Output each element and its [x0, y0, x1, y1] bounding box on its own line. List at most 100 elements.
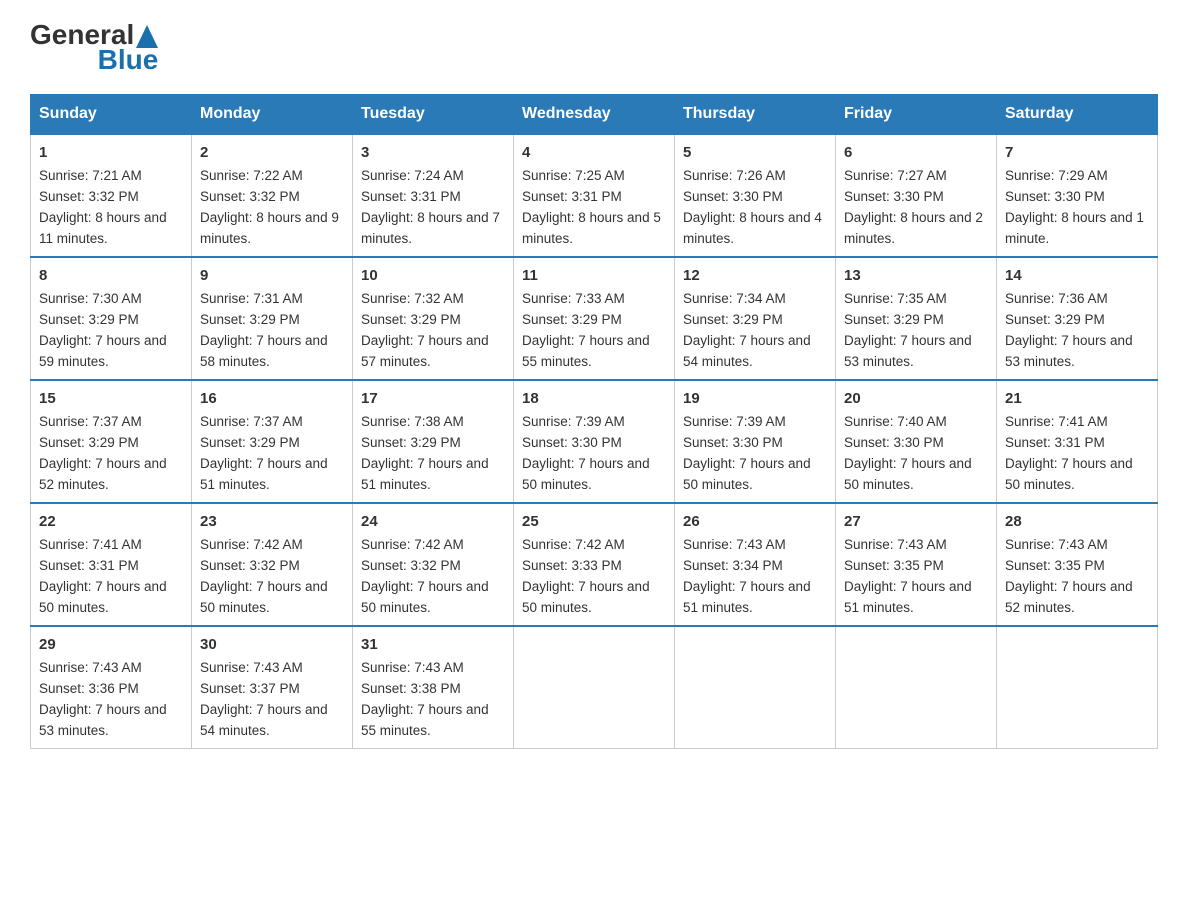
- sunrise-text: Sunrise: 7:39 AM: [522, 414, 625, 429]
- day-number: 21: [1005, 387, 1149, 410]
- day-number: 15: [39, 387, 183, 410]
- day-number: 28: [1005, 510, 1149, 533]
- calendar-cell: 24Sunrise: 7:42 AMSunset: 3:32 PMDayligh…: [353, 503, 514, 626]
- daylight-text: Daylight: 7 hours and 54 minutes.: [200, 702, 328, 738]
- daylight-text: Daylight: 8 hours and 1 minute.: [1005, 210, 1144, 246]
- sunset-text: Sunset: 3:29 PM: [361, 312, 461, 327]
- sunset-text: Sunset: 3:30 PM: [1005, 189, 1105, 204]
- sunset-text: Sunset: 3:29 PM: [200, 435, 300, 450]
- sunrise-text: Sunrise: 7:31 AM: [200, 291, 303, 306]
- day-number: 13: [844, 264, 988, 287]
- calendar-cell: 23Sunrise: 7:42 AMSunset: 3:32 PMDayligh…: [192, 503, 353, 626]
- sunset-text: Sunset: 3:38 PM: [361, 681, 461, 696]
- daylight-text: Daylight: 8 hours and 2 minutes.: [844, 210, 983, 246]
- day-number: 20: [844, 387, 988, 410]
- day-number: 29: [39, 633, 183, 656]
- daylight-text: Daylight: 8 hours and 11 minutes.: [39, 210, 167, 246]
- sunrise-text: Sunrise: 7:30 AM: [39, 291, 142, 306]
- day-number: 30: [200, 633, 344, 656]
- sunset-text: Sunset: 3:29 PM: [200, 312, 300, 327]
- calendar-cell: 30Sunrise: 7:43 AMSunset: 3:37 PMDayligh…: [192, 626, 353, 748]
- sunset-text: Sunset: 3:32 PM: [39, 189, 139, 204]
- calendar-cell: 12Sunrise: 7:34 AMSunset: 3:29 PMDayligh…: [675, 257, 836, 380]
- sunset-text: Sunset: 3:29 PM: [683, 312, 783, 327]
- header-tuesday: Tuesday: [353, 95, 514, 135]
- sunrise-text: Sunrise: 7:39 AM: [683, 414, 786, 429]
- sunrise-text: Sunrise: 7:37 AM: [200, 414, 303, 429]
- calendar-cell: 27Sunrise: 7:43 AMSunset: 3:35 PMDayligh…: [836, 503, 997, 626]
- sunset-text: Sunset: 3:29 PM: [844, 312, 944, 327]
- sunrise-text: Sunrise: 7:41 AM: [39, 537, 142, 552]
- day-number: 22: [39, 510, 183, 533]
- day-number: 8: [39, 264, 183, 287]
- calendar-cell: 31 Sunrise: 7:43 AM Sunset: 3:38 PM Dayligh…: [353, 626, 514, 748]
- day-number: 17: [361, 387, 505, 410]
- sunset-text: Sunset: 3:35 PM: [844, 558, 944, 573]
- sunset-text: Sunset: 3:31 PM: [522, 189, 622, 204]
- calendar-cell: 8Sunrise: 7:30 AMSunset: 3:29 PMDaylight…: [31, 257, 192, 380]
- daylight-text: Daylight: 7 hours and 50 minutes.: [522, 456, 650, 492]
- calendar-cell: 29 Sunrise: 7:43 AM Sunset: 3:36 PM Dayligh…: [31, 626, 192, 748]
- sunset-text: Sunset: 3:36 PM: [39, 681, 139, 696]
- day-number: 18: [522, 387, 666, 410]
- header-thursday: Thursday: [675, 95, 836, 135]
- day-number: 2: [200, 141, 344, 164]
- daylight-text: Daylight: 7 hours and 51 minutes.: [200, 456, 328, 492]
- daylight-text: Daylight: 7 hours and 57 minutes.: [361, 333, 489, 369]
- daylight-text: Daylight: 7 hours and 53 minutes.: [39, 702, 167, 738]
- header-wednesday: Wednesday: [514, 95, 675, 135]
- header-monday: Monday: [192, 95, 353, 135]
- sunrise-text: Sunrise: 7:41 AM: [1005, 414, 1108, 429]
- day-number: 24: [361, 510, 505, 533]
- daylight-text: Daylight: 7 hours and 51 minutes.: [683, 579, 811, 615]
- daylight-text: Daylight: 8 hours and 5 minutes.: [522, 210, 661, 246]
- sunrise-text: Sunrise: 7:43 AM: [39, 660, 142, 675]
- daylight-text: Daylight: 7 hours and 55 minutes.: [361, 702, 489, 738]
- sunrise-text: Sunrise: 7:22 AM: [200, 168, 303, 183]
- week-row-1: 1Sunrise: 7:21 AMSunset: 3:32 PMDaylight…: [31, 134, 1158, 257]
- sunrise-text: Sunrise: 7:25 AM: [522, 168, 625, 183]
- day-number: 27: [844, 510, 988, 533]
- calendar-cell: 6Sunrise: 7:27 AMSunset: 3:30 PMDaylight…: [836, 134, 997, 257]
- day-number: 23: [200, 510, 344, 533]
- sunset-text: Sunset: 3:29 PM: [522, 312, 622, 327]
- sunrise-text: Sunrise: 7:35 AM: [844, 291, 947, 306]
- sunrise-text: Sunrise: 7:43 AM: [361, 660, 464, 675]
- header-saturday: Saturday: [997, 95, 1158, 135]
- week-row-4: 22 Sunrise: 7:41 AM Sunset: 3:31 PM Dayligh…: [31, 503, 1158, 626]
- daylight-text: Daylight: 7 hours and 50 minutes.: [1005, 456, 1133, 492]
- sunrise-text: Sunrise: 7:24 AM: [361, 168, 464, 183]
- day-number: 14: [1005, 264, 1149, 287]
- sunset-text: Sunset: 3:32 PM: [200, 189, 300, 204]
- page-header: General Blue: [30, 20, 1158, 74]
- sunrise-text: Sunrise: 7:33 AM: [522, 291, 625, 306]
- daylight-text: Daylight: 8 hours and 4 minutes.: [683, 210, 822, 246]
- sunset-text: Sunset: 3:29 PM: [1005, 312, 1105, 327]
- daylight-text: Daylight: 7 hours and 54 minutes.: [683, 333, 811, 369]
- sunset-text: Sunset: 3:31 PM: [39, 558, 139, 573]
- calendar-cell: 2Sunrise: 7:22 AMSunset: 3:32 PMDaylight…: [192, 134, 353, 257]
- header-friday: Friday: [836, 95, 997, 135]
- sunset-text: Sunset: 3:34 PM: [683, 558, 783, 573]
- calendar-cell: 25Sunrise: 7:42 AMSunset: 3:33 PMDayligh…: [514, 503, 675, 626]
- sunrise-text: Sunrise: 7:26 AM: [683, 168, 786, 183]
- sunset-text: Sunset: 3:30 PM: [844, 189, 944, 204]
- calendar-cell: 5Sunrise: 7:26 AMSunset: 3:30 PMDaylight…: [675, 134, 836, 257]
- daylight-text: Daylight: 7 hours and 51 minutes.: [844, 579, 972, 615]
- day-number: 1: [39, 141, 183, 164]
- sunrise-text: Sunrise: 7:36 AM: [1005, 291, 1108, 306]
- daylight-text: Daylight: 7 hours and 51 minutes.: [361, 456, 489, 492]
- day-number: 12: [683, 264, 827, 287]
- week-row-2: 8 Sunrise: 7:30 AM Sunset: 3:29 PM Daylight…: [31, 257, 1158, 380]
- calendar-cell: 3Sunrise: 7:24 AMSunset: 3:31 PMDaylight…: [353, 134, 514, 257]
- sunset-text: Sunset: 3:31 PM: [1005, 435, 1105, 450]
- day-number: 25: [522, 510, 666, 533]
- sunset-text: Sunset: 3:30 PM: [683, 189, 783, 204]
- calendar-cell: 10Sunrise: 7:32 AMSunset: 3:29 PMDayligh…: [353, 257, 514, 380]
- sunrise-text: Sunrise: 7:32 AM: [361, 291, 464, 306]
- calendar-cell: 1Sunrise: 7:21 AMSunset: 3:32 PMDaylight…: [31, 134, 192, 257]
- day-number: 31: [361, 633, 505, 656]
- sunset-text: Sunset: 3:30 PM: [844, 435, 944, 450]
- day-number: 9: [200, 264, 344, 287]
- calendar-cell: 7Sunrise: 7:29 AMSunset: 3:30 PMDaylight…: [997, 134, 1158, 257]
